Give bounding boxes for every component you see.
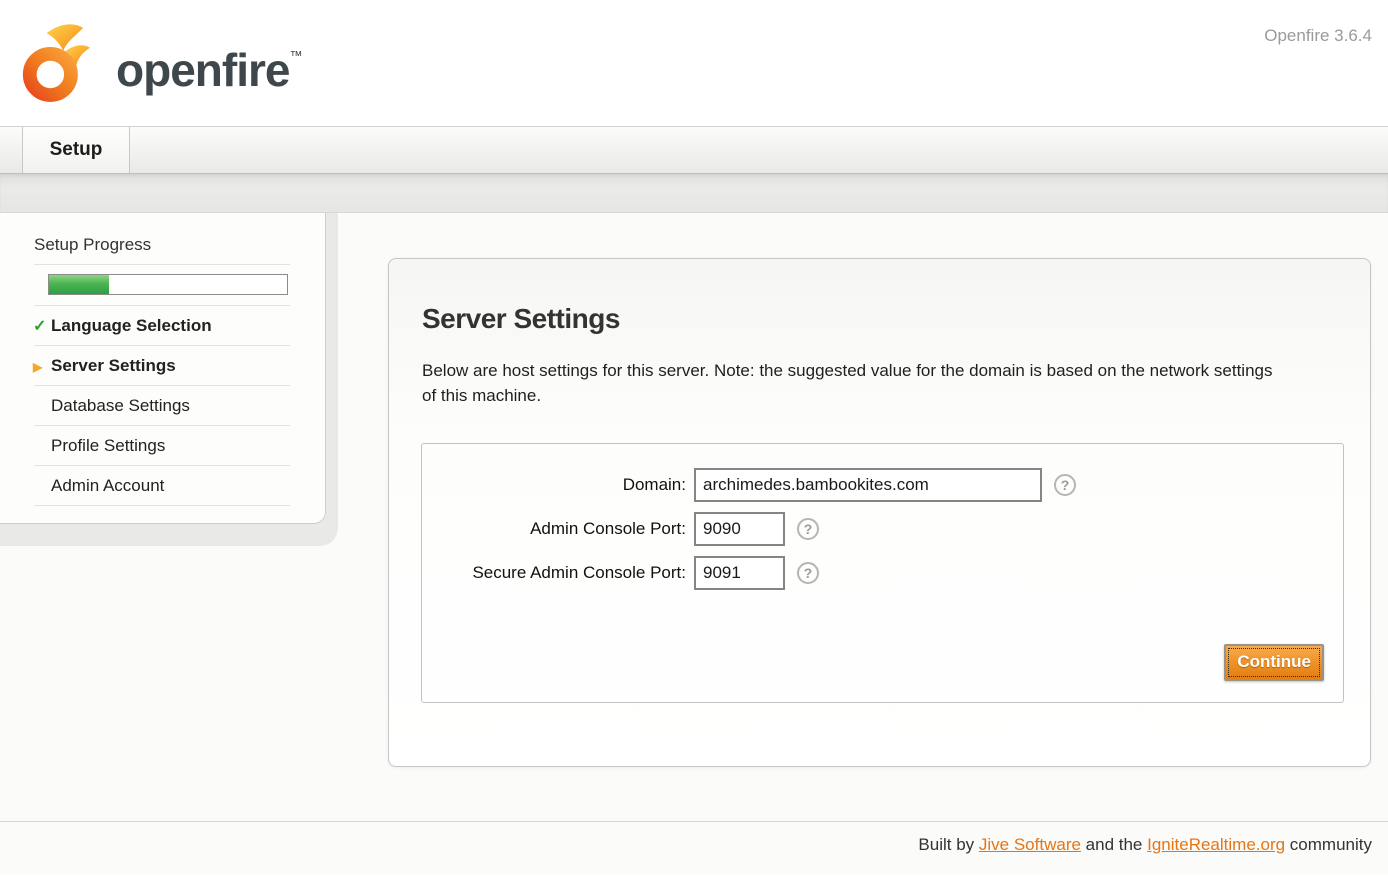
sidebar-item-database-settings: Database Settings — [34, 386, 290, 426]
admin-port-input[interactable] — [694, 512, 785, 546]
footer-prefix: Built by — [918, 835, 978, 854]
tab-setup[interactable]: Setup — [22, 127, 130, 173]
jive-software-link[interactable]: Jive Software — [979, 835, 1081, 854]
setup-progress-sidebar: Setup Progress ✓ Language Selection ▶ Se… — [0, 213, 326, 524]
flame-logo-icon — [16, 13, 100, 113]
openfire-logo: openfire™ — [16, 6, 301, 120]
footer: Built by Jive Software and the IgniteRea… — [0, 821, 1388, 875]
content-area: Setup Progress ✓ Language Selection ▶ Se… — [0, 213, 1388, 821]
step-label: Profile Settings — [51, 436, 165, 455]
server-settings-panel: Server Settings Below are host settings … — [388, 258, 1371, 767]
server-settings-form: Domain: ? Admin Console Port: ? Secure A… — [421, 443, 1344, 703]
sidebar-title: Setup Progress — [34, 235, 325, 264]
footer-credits: Built by Jive Software and the IgniteRea… — [0, 822, 1388, 855]
domain-input[interactable] — [694, 468, 1042, 502]
checkmark-icon: ✓ — [33, 316, 50, 336]
help-icon[interactable]: ? — [1054, 474, 1076, 496]
form-row-admin-port: Admin Console Port: ? — [422, 511, 1343, 546]
setup-progress-bar — [48, 274, 288, 295]
continue-button[interactable]: Continue — [1224, 644, 1324, 681]
sidebar-item-profile-settings: Profile Settings — [34, 426, 290, 466]
setup-steps-list: ✓ Language Selection ▶ Server Settings D… — [34, 306, 290, 506]
help-icon[interactable]: ? — [797, 562, 819, 584]
logo-wordmark: openfire™ — [116, 6, 301, 120]
help-icon[interactable]: ? — [797, 518, 819, 540]
sidebar-item-admin-account: Admin Account — [34, 466, 290, 506]
step-label: Server Settings — [51, 356, 176, 375]
igniterealtime-link[interactable]: IgniteRealtime.org — [1147, 835, 1285, 854]
page-description: Below are host settings for this server.… — [422, 358, 1280, 408]
step-label: Language Selection — [51, 316, 212, 335]
progress-fill — [49, 275, 109, 294]
divider — [34, 264, 290, 265]
form-row-secure-port: Secure Admin Console Port: ? — [422, 555, 1343, 590]
domain-label: Domain: — [422, 475, 694, 495]
step-label: Admin Account — [51, 476, 164, 495]
header: openfire™ Openfire 3.6.4 — [0, 0, 1388, 126]
current-step-arrow-icon: ▶ — [33, 360, 50, 374]
step-label: Database Settings — [51, 396, 190, 415]
admin-port-label: Admin Console Port: — [422, 519, 694, 539]
footer-suffix: community — [1285, 835, 1372, 854]
page-title: Server Settings — [422, 303, 1370, 335]
tab-bar: Setup — [0, 126, 1388, 174]
footer-middle: and the — [1081, 835, 1147, 854]
form-row-domain: Domain: ? — [422, 467, 1343, 502]
version-label: Openfire 3.6.4 — [1264, 26, 1372, 46]
trademark-symbol: ™ — [289, 48, 301, 63]
secure-port-label: Secure Admin Console Port: — [422, 563, 694, 583]
sidebar-item-server-settings: ▶ Server Settings — [34, 346, 290, 386]
subnav-strip — [0, 174, 1388, 213]
sidebar-item-language-selection: ✓ Language Selection — [34, 306, 290, 346]
secure-port-input[interactable] — [694, 556, 785, 590]
